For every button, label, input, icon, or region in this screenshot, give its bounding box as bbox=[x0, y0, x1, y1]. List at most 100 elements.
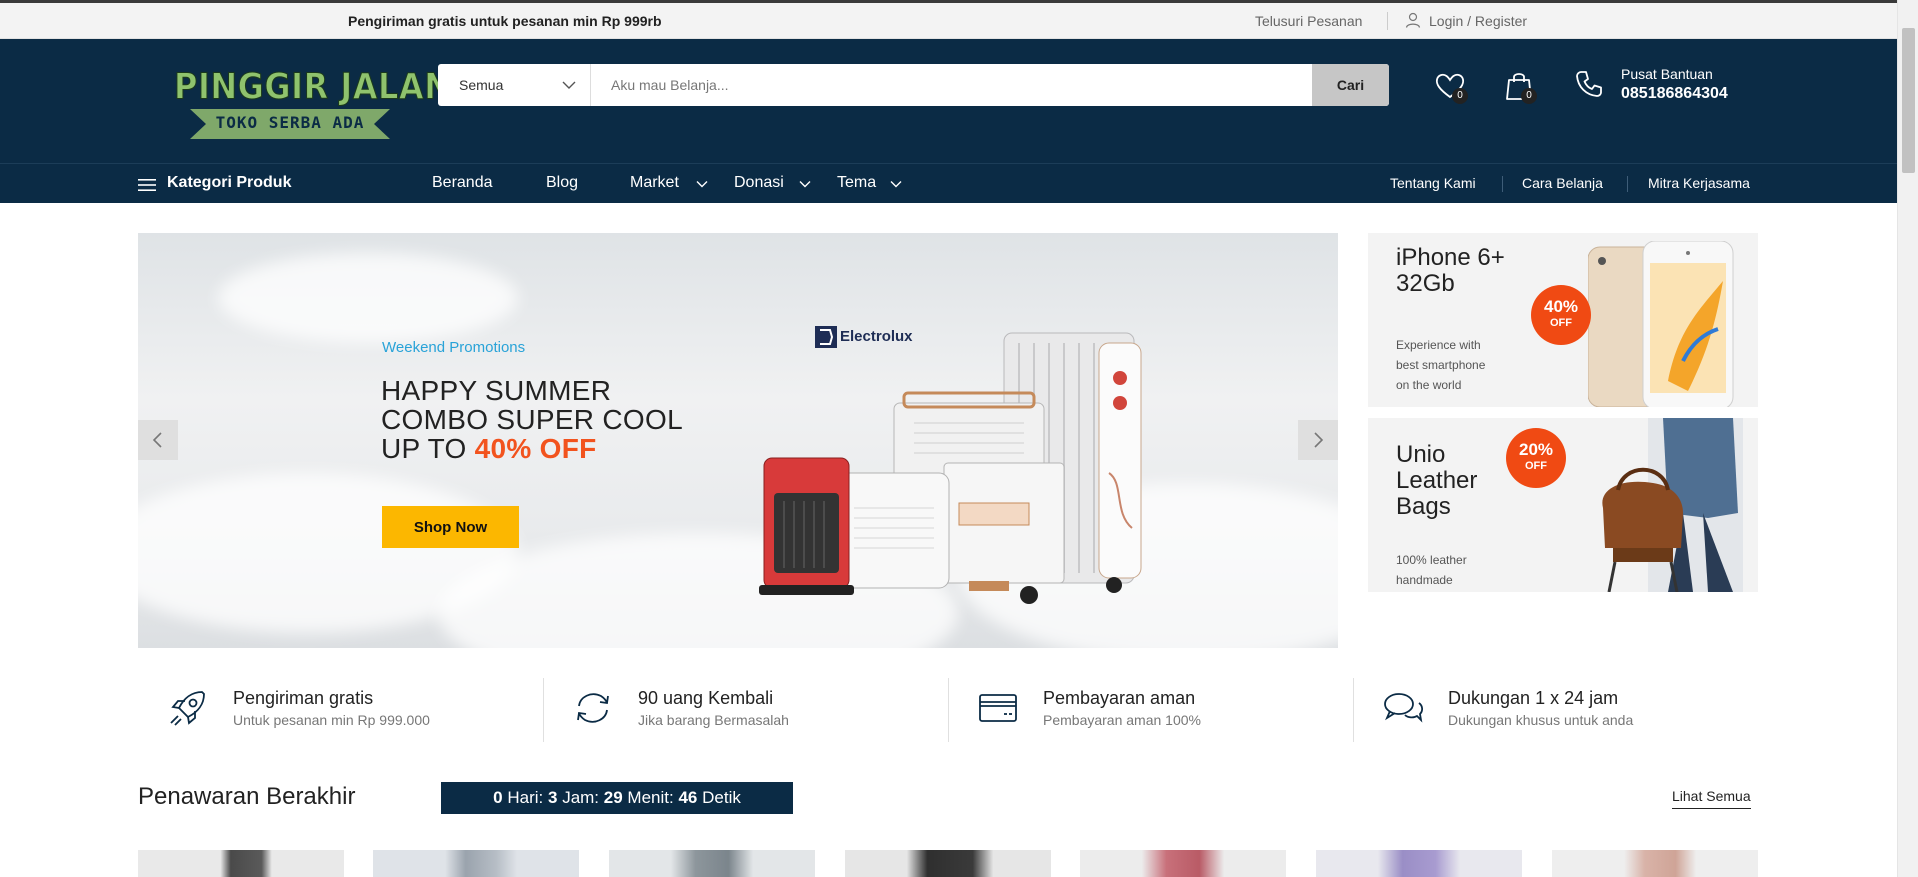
search-input[interactable] bbox=[591, 64, 1305, 106]
feature-subtitle: Dukungan khusus untuk anda bbox=[1448, 712, 1634, 728]
countdown-days: 0 bbox=[493, 788, 503, 807]
nav-item-donasi[interactable]: Donasi bbox=[734, 174, 784, 192]
feature-free-shipping: Pengiriman gratis Untuk pesanan min Rp 9… bbox=[138, 678, 543, 742]
feature-support: Dukungan 1 x 24 jam Dukungan khusus untu… bbox=[1353, 678, 1758, 742]
main-navigation: Kategori Produk Beranda Blog Market Dona… bbox=[0, 163, 1897, 203]
countdown-seconds-label: Detik bbox=[702, 788, 741, 807]
logo-title: PINGGIR JALAN bbox=[173, 64, 452, 108]
nav-link-tentang-kami[interactable]: Tentang Kami bbox=[1390, 175, 1476, 191]
divider bbox=[1387, 12, 1388, 30]
chevron-down-icon bbox=[696, 181, 708, 188]
banner-sub-line-1: Experience with bbox=[1396, 338, 1481, 352]
feature-subtitle: Pembayaran aman 100% bbox=[1043, 712, 1201, 728]
product-card[interactable] bbox=[609, 850, 815, 877]
banner-title-line-1: iPhone 6+ bbox=[1396, 244, 1505, 271]
deals-section-title: Penawaran Berakhir bbox=[138, 783, 356, 810]
chevron-down-icon bbox=[799, 181, 811, 188]
product-card[interactable] bbox=[138, 850, 344, 877]
leather-bag-model-image bbox=[1602, 418, 1743, 592]
countdown-hours: 3 bbox=[547, 788, 558, 807]
see-all-link[interactable]: Lihat Semua bbox=[1672, 788, 1751, 809]
feature-title: 90 uang Kembali bbox=[638, 688, 774, 708]
cart-count-badge: 0 bbox=[1521, 88, 1537, 104]
feature-title: Pengiriman gratis bbox=[233, 688, 374, 708]
wishlist-button[interactable]: 0 bbox=[1433, 69, 1468, 104]
divider bbox=[948, 678, 949, 742]
divider bbox=[1353, 678, 1354, 742]
discount-percent: 40% bbox=[1543, 297, 1579, 316]
feature-subtitle: Untuk pesanan min Rp 999.000 bbox=[233, 712, 430, 728]
banner-sub-line-2: best smartphone bbox=[1396, 358, 1486, 372]
banner-title-line-2: Leather bbox=[1396, 467, 1478, 494]
banner-title-line-1: Unio bbox=[1396, 441, 1446, 468]
credit-card-icon bbox=[979, 694, 1017, 722]
cart-button[interactable]: 0 bbox=[1502, 69, 1537, 104]
product-card[interactable] bbox=[845, 850, 1051, 877]
nav-item-beranda[interactable]: Beranda bbox=[432, 174, 493, 192]
countdown-days-label: Hari: bbox=[507, 788, 544, 807]
hero-discount: 40% OFF bbox=[474, 433, 597, 464]
slider-prev-button[interactable] bbox=[138, 420, 178, 460]
countdown-seconds: 46 bbox=[678, 788, 698, 807]
track-order-link[interactable]: Telusuri Pesanan bbox=[1255, 13, 1362, 29]
nav-item-market[interactable]: Market bbox=[630, 174, 679, 192]
logo-subtitle: TOKO SERBA ADA bbox=[215, 113, 365, 132]
countdown-timer: 0 Hari: 3 Jam: 29 Menit: 46 Detik bbox=[441, 782, 793, 814]
product-card[interactable] bbox=[1552, 850, 1758, 877]
discount-badge: 20% OFF bbox=[1506, 428, 1566, 488]
product-card[interactable] bbox=[1080, 850, 1286, 877]
banner-sub-line-3: on the world bbox=[1396, 378, 1462, 392]
search-category-value: Semua bbox=[459, 77, 504, 93]
hero-headline-line-1: HAPPY SUMMER bbox=[381, 375, 612, 406]
chevron-down-icon bbox=[562, 81, 576, 89]
feature-money-back: 90 uang Kembali Jika barang Bermasalah bbox=[543, 678, 948, 742]
hamburger-menu-icon[interactable] bbox=[138, 178, 156, 192]
login-register-link[interactable]: Login / Register bbox=[1429, 13, 1527, 29]
discount-badge: 40% OFF bbox=[1531, 285, 1591, 345]
scrollbar-thumb[interactable] bbox=[1902, 28, 1915, 173]
nav-item-blog[interactable]: Blog bbox=[546, 174, 578, 192]
banner-title-line-3: Bags bbox=[1396, 493, 1451, 520]
product-card[interactable] bbox=[1316, 850, 1522, 877]
page: Pengiriman gratis untuk pesanan min Rp 9… bbox=[0, 0, 1918, 877]
discount-percent: 20% bbox=[1518, 440, 1554, 459]
nav-link-cara-belanja[interactable]: Cara Belanja bbox=[1522, 175, 1603, 191]
feature-subtitle: Jika barang Bermasalah bbox=[638, 712, 789, 728]
feature-secure-payment: Pembayaran aman Pembayaran aman 100% bbox=[948, 678, 1353, 742]
refresh-icon bbox=[577, 693, 609, 723]
user-icon[interactable] bbox=[1405, 12, 1421, 28]
rocket-icon bbox=[170, 691, 205, 726]
nav-link-mitra-kerjasama[interactable]: Mitra Kerjasama bbox=[1648, 175, 1750, 191]
banner-sub-line-1: 100% leather bbox=[1396, 553, 1467, 567]
countdown-hours-label: Jam: bbox=[562, 788, 600, 807]
search-category-select[interactable]: Semua bbox=[438, 64, 591, 106]
hero-kicker: Weekend Promotions bbox=[382, 339, 526, 356]
side-banner-leather-bags[interactable]: Unio Leather Bags 100% leather handmade … bbox=[1368, 418, 1758, 592]
divider bbox=[1627, 176, 1628, 192]
hero-slider: Weekend Promotions HAPPY SUMMER COMBO SU… bbox=[138, 233, 1338, 648]
store-logo[interactable]: PINGGIR JALAN TOKO SERBA ADA bbox=[170, 64, 451, 145]
discount-off: OFF bbox=[1525, 460, 1547, 472]
hero-headline-line-3: UP TO 40% OFF bbox=[381, 433, 597, 465]
slider-next-button[interactable] bbox=[1298, 420, 1338, 460]
hero-products-illustration bbox=[759, 332, 1142, 604]
help-center-phone[interactable]: 085186864304 bbox=[1621, 85, 1728, 103]
countdown-minutes-label: Menit: bbox=[627, 788, 674, 807]
divider bbox=[543, 678, 544, 742]
product-categories-menu[interactable]: Kategori Produk bbox=[167, 174, 291, 192]
banner-title-line-2: 32Gb bbox=[1396, 270, 1455, 297]
shop-now-button[interactable]: Shop Now bbox=[382, 506, 519, 548]
chat-icon bbox=[1384, 693, 1424, 723]
discount-off: OFF bbox=[1550, 317, 1572, 329]
side-banner-iphone[interactable]: iPhone 6+ 32Gb Experience with best smar… bbox=[1368, 233, 1758, 407]
product-card[interactable] bbox=[373, 850, 579, 877]
countdown-minutes: 29 bbox=[603, 788, 623, 807]
page-scrollbar[interactable] bbox=[1897, 0, 1918, 877]
feature-title: Dukungan 1 x 24 jam bbox=[1448, 688, 1619, 708]
nav-item-tema[interactable]: Tema bbox=[837, 174, 876, 192]
cloud-decoration bbox=[218, 253, 518, 343]
phone-icon bbox=[1576, 71, 1602, 97]
help-center-label: Pusat Bantuan bbox=[1621, 66, 1713, 82]
search-button[interactable]: Cari bbox=[1312, 64, 1389, 106]
hero-headline-prefix: UP TO bbox=[381, 433, 467, 464]
